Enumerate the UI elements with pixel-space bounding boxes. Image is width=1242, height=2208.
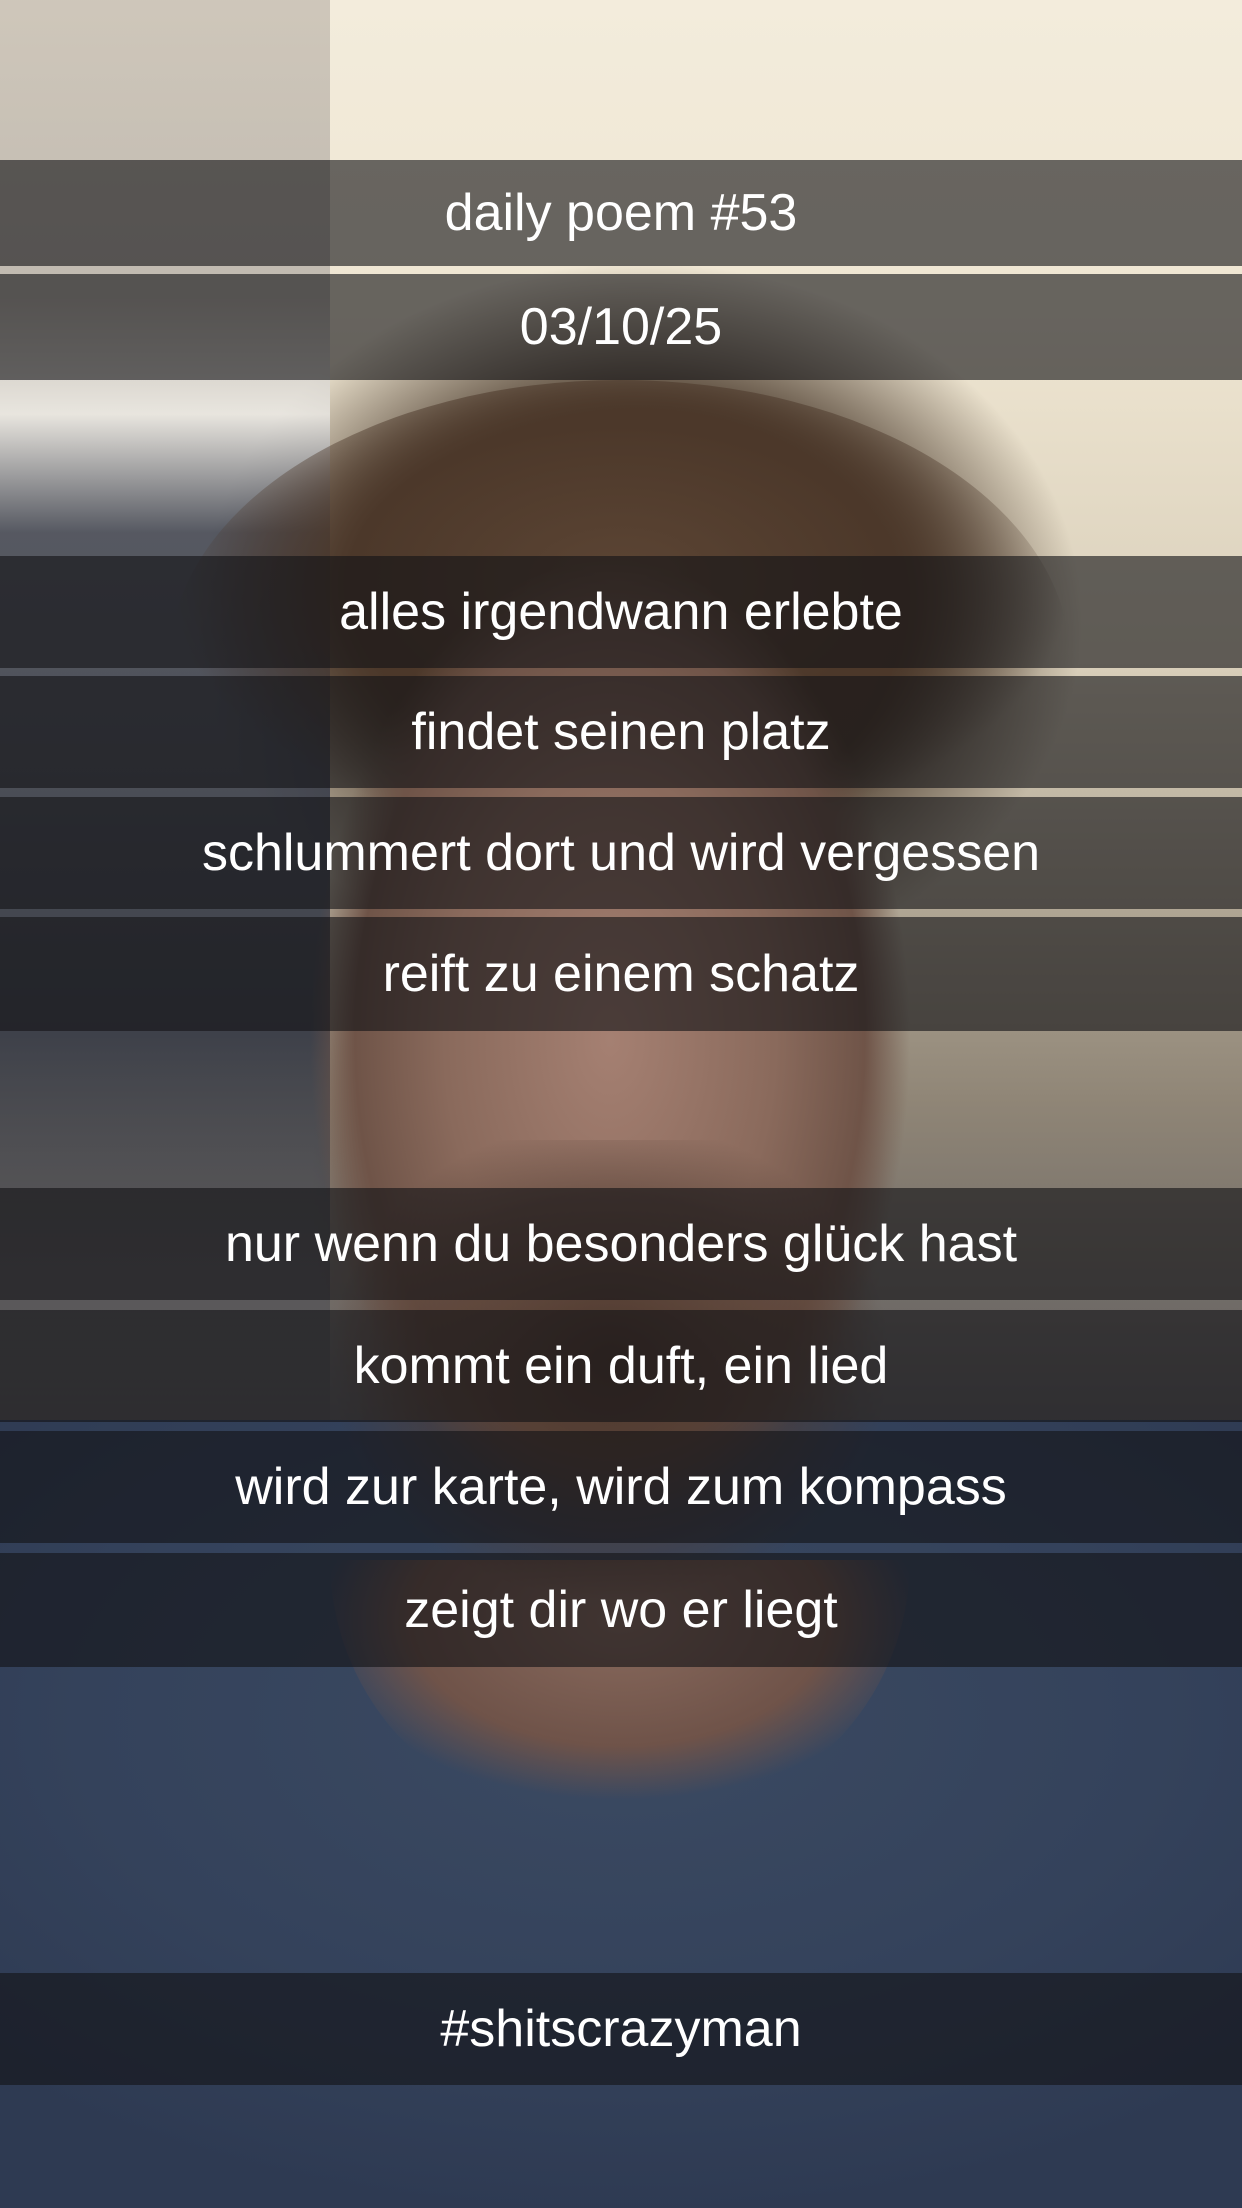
poem-title: daily poem #53	[0, 160, 1242, 266]
hashtag: #shitscrazyman	[0, 1973, 1242, 2085]
poem-line: wird zur karte, wird zum kompass	[0, 1431, 1242, 1543]
poem-line: findet seinen platz	[0, 676, 1242, 788]
poem-line: schlummert dort und wird vergessen	[0, 797, 1242, 909]
poem-line: alles irgendwann erlebte	[0, 556, 1242, 668]
poem-line: kommt ein duft, ein lied	[0, 1310, 1242, 1422]
poem-line: reift zu einem schatz	[0, 917, 1242, 1031]
poem-date: 03/10/25	[0, 274, 1242, 380]
poem-line: zeigt dir wo er liegt	[0, 1553, 1242, 1667]
poem-line: nur wenn du besonders glück hast	[0, 1188, 1242, 1300]
